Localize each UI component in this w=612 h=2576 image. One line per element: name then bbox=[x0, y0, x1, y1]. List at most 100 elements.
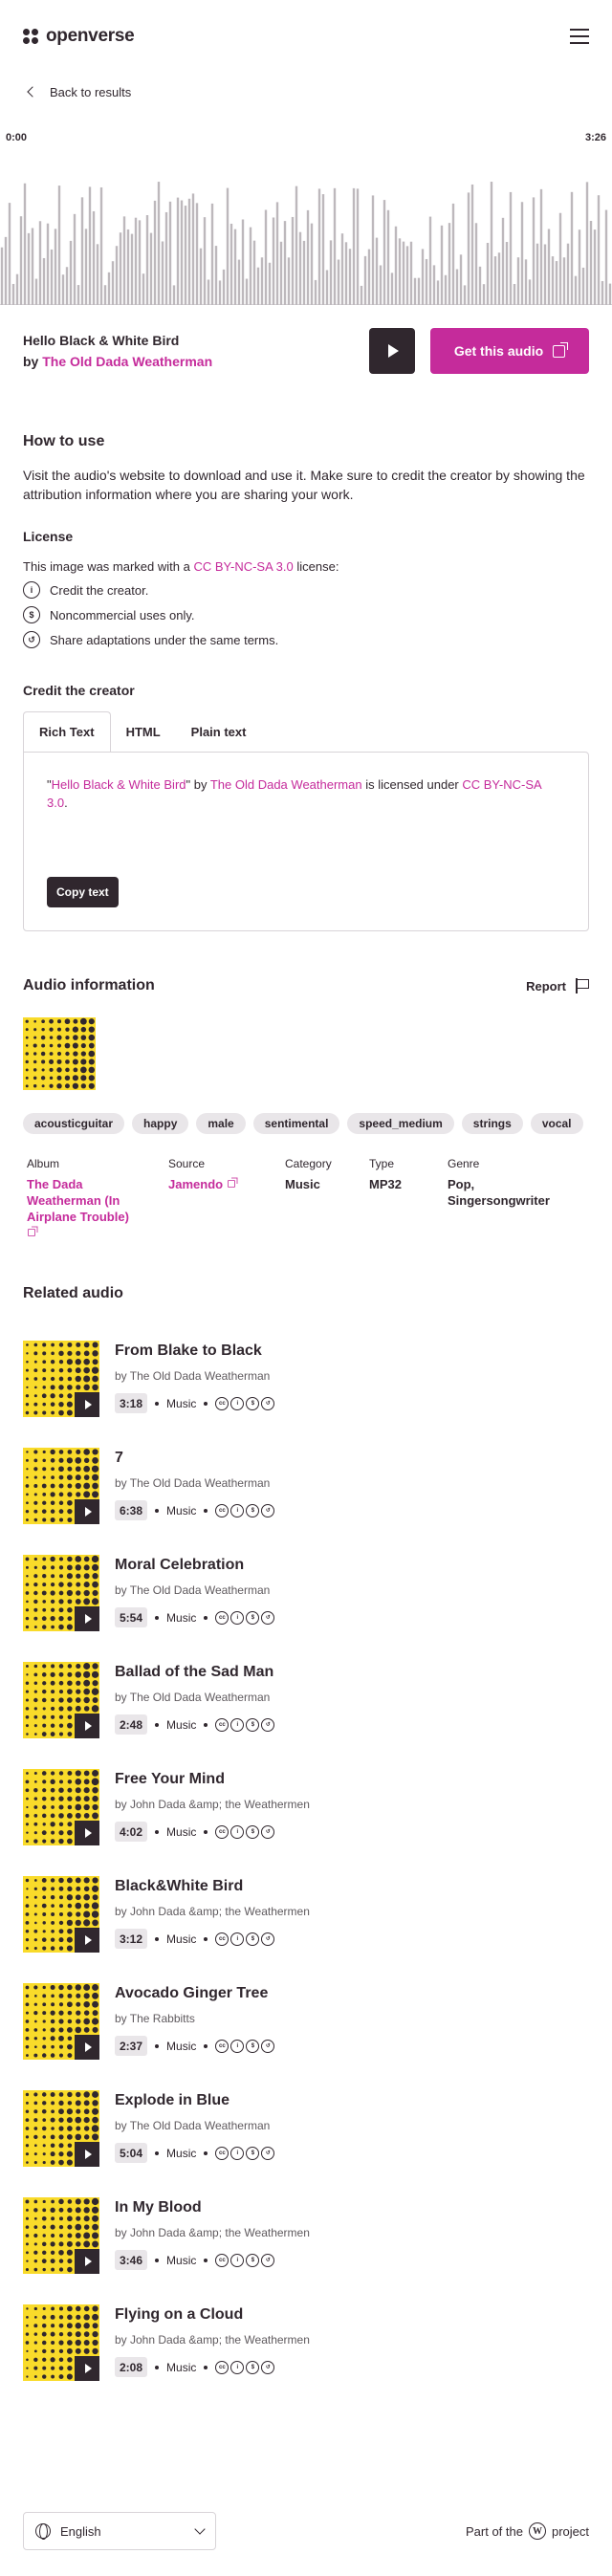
play-button[interactable] bbox=[75, 2249, 99, 2274]
wordpress-attribution[interactable]: Part of the W project bbox=[466, 2522, 589, 2540]
category-label: Music bbox=[166, 2146, 197, 2160]
related-thumbnail bbox=[23, 1662, 99, 1738]
related-title[interactable]: Flying on a Cloud bbox=[115, 2306, 310, 2324]
tag[interactable]: acousticguitar bbox=[23, 1113, 125, 1134]
tag-list: acousticguitar happy male sentimental sp… bbox=[23, 1113, 589, 1134]
related-audio-item[interactable]: Moral Celebration by The Old Dada Weather… bbox=[23, 1555, 589, 1662]
audio-creator-line: by The Old Dada Weatherman bbox=[23, 351, 212, 372]
separator-dot bbox=[204, 2150, 208, 2155]
play-button[interactable] bbox=[75, 1821, 99, 1845]
duration-badge: 2:08 bbox=[115, 2357, 148, 2377]
tag[interactable]: vocal bbox=[530, 1113, 583, 1134]
category-value: Music bbox=[285, 1177, 320, 1191]
related-title[interactable]: Avocado Ginger Tree bbox=[115, 1985, 274, 2002]
play-button[interactable] bbox=[75, 1499, 99, 1524]
category-label: Music bbox=[166, 2253, 197, 2267]
play-button[interactable] bbox=[75, 1606, 99, 1631]
related-thumbnail bbox=[23, 2090, 99, 2167]
tag[interactable]: sentimental bbox=[252, 1113, 340, 1134]
license-link[interactable]: CC BY-NC-SA 3.0 bbox=[193, 559, 293, 574]
related-audio-item[interactable]: Black&White Bird by John Dada &amp; the W… bbox=[23, 1876, 589, 1983]
related-title[interactable]: 7 bbox=[115, 1450, 274, 1467]
play-button[interactable] bbox=[369, 328, 415, 374]
tab-plain-text[interactable]: Plain text bbox=[176, 711, 262, 752]
report-button[interactable]: Report bbox=[526, 978, 589, 993]
tag[interactable]: male bbox=[196, 1113, 246, 1134]
wordpress-logo-icon: W bbox=[528, 2522, 546, 2540]
meta-label: Category bbox=[285, 1157, 332, 1170]
related-title[interactable]: Moral Celebration bbox=[115, 1557, 274, 1574]
play-button[interactable] bbox=[75, 2035, 99, 2060]
related-title[interactable]: Black&White Bird bbox=[115, 1878, 310, 1895]
separator-dot bbox=[204, 1936, 208, 1941]
thumbnail-dot-pattern bbox=[25, 1017, 96, 1089]
related-title[interactable]: Explode in Blue bbox=[115, 2092, 274, 2109]
play-button[interactable] bbox=[75, 1928, 99, 1953]
related-meta: 5:54 Music cc i $ ↺ bbox=[115, 1607, 275, 1627]
related-thumbnail bbox=[23, 1769, 99, 1845]
tag[interactable]: strings bbox=[461, 1113, 523, 1134]
license-item-text: Share adaptations under the same terms. bbox=[50, 632, 279, 647]
cc-by-icon: i bbox=[230, 1717, 245, 1732]
tab-rich-text[interactable]: Rich Text bbox=[23, 711, 111, 752]
get-this-audio-button[interactable]: Get this audio bbox=[430, 328, 589, 374]
audio-waveform[interactable]: 0:00 3:26 bbox=[0, 119, 612, 305]
meta-label: Type bbox=[369, 1157, 395, 1170]
tag[interactable]: speed_medium bbox=[347, 1113, 454, 1134]
related-audio-item[interactable]: 7 by The Old Dada Weatherman 6:38 Music cc i $… bbox=[23, 1448, 589, 1555]
related-creator: by The Rabbitts bbox=[115, 2012, 195, 2025]
cc-icon: cc bbox=[215, 2253, 230, 2267]
category-label: Music bbox=[166, 2360, 197, 2374]
back-to-results-link[interactable]: Back to results bbox=[0, 73, 612, 111]
related-audio-item[interactable]: In My Blood by John Dada &amp; the Weathe… bbox=[23, 2197, 589, 2304]
related-thumbnail bbox=[23, 1876, 99, 1953]
source-link[interactable]: Jamendo bbox=[168, 1176, 285, 1192]
meta-label: Genre bbox=[448, 1157, 480, 1170]
related-audio-item[interactable]: Flying on a Cloud by John Dada &amp; the … bbox=[23, 2304, 589, 2412]
meta-source: Source Jamendo bbox=[168, 1157, 285, 1241]
language-select[interactable]: English bbox=[23, 2512, 216, 2550]
related-title[interactable]: In My Blood bbox=[115, 2199, 310, 2216]
license-intro: This image was marked with a CC BY-NC-SA… bbox=[23, 559, 589, 574]
separator-dot bbox=[155, 1722, 160, 1727]
related-audio-item[interactable]: Avocado Ginger Tree by The Rabbitts 2:37 Mu… bbox=[23, 1983, 589, 2090]
tab-html[interactable]: HTML bbox=[111, 711, 176, 752]
play-icon bbox=[84, 1828, 92, 1838]
related-title[interactable]: Free Your Mind bbox=[115, 1771, 310, 1788]
related-title[interactable]: From Blake to Black bbox=[115, 1343, 274, 1360]
category-label: Music bbox=[166, 1932, 197, 1946]
license-item-by: i Credit the creator. bbox=[23, 581, 589, 599]
related-audio-item[interactable]: Free Your Mind by John Dada &amp; the Wea… bbox=[23, 1769, 589, 1876]
get-this-audio-label: Get this audio bbox=[453, 343, 544, 359]
related-title[interactable]: Ballad of the Sad Man bbox=[115, 1664, 274, 1681]
attribution-title-link[interactable]: Hello Black & White Bird bbox=[52, 777, 186, 792]
play-button[interactable] bbox=[75, 2356, 99, 2381]
site-header: openverse bbox=[0, 0, 612, 73]
openverse-logo[interactable]: openverse bbox=[23, 26, 135, 47]
related-thumbnail bbox=[23, 1448, 99, 1524]
source-value: Jamendo bbox=[168, 1177, 224, 1191]
play-button[interactable] bbox=[75, 1392, 99, 1417]
related-audio-item[interactable]: Ballad of the Sad Man by The Old Dada Wea… bbox=[23, 1662, 589, 1769]
chevron-down-icon bbox=[194, 2523, 206, 2535]
by-prefix: by bbox=[23, 354, 39, 369]
related-audio-item[interactable]: From Blake to Black by The Old Dada Weath… bbox=[23, 1341, 589, 1448]
attribution-creator-link[interactable]: The Old Dada Weatherman bbox=[210, 777, 362, 792]
cc-by-icon: i bbox=[230, 2146, 245, 2160]
license-icons: cc i $ ↺ bbox=[215, 1503, 275, 1517]
copy-text-button[interactable]: Copy text bbox=[47, 877, 119, 907]
play-button[interactable] bbox=[75, 1714, 99, 1738]
creator-link[interactable]: The Old Dada Weatherman bbox=[42, 354, 212, 369]
license-icons: cc i $ ↺ bbox=[215, 1610, 275, 1625]
hamburger-icon[interactable] bbox=[570, 29, 589, 44]
cc-by-icon: i bbox=[230, 1824, 245, 1839]
album-link[interactable]: The Dada Weatherman (In Airplane Trouble… bbox=[27, 1176, 134, 1241]
tag[interactable]: happy bbox=[132, 1113, 189, 1134]
credit-section: Credit the creator Rich Text HTML Plain … bbox=[0, 683, 612, 931]
separator-dot bbox=[155, 2150, 160, 2155]
related-audio-item[interactable]: Explode in Blue by The Old Dada Weatherma… bbox=[23, 2090, 589, 2197]
license-icons: cc i $ ↺ bbox=[215, 1932, 275, 1946]
cc-icon: cc bbox=[215, 2146, 230, 2160]
play-button[interactable] bbox=[75, 2142, 99, 2167]
duration-badge: 4:02 bbox=[115, 1822, 148, 1842]
